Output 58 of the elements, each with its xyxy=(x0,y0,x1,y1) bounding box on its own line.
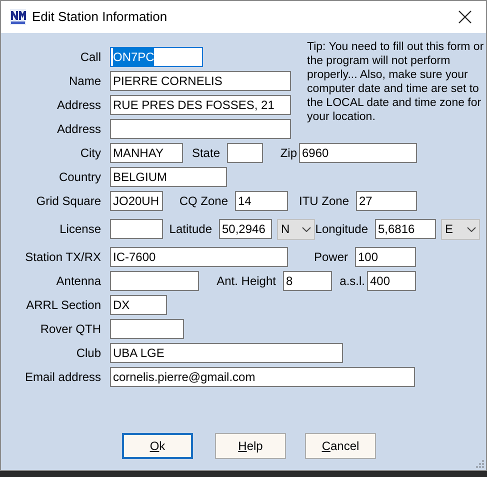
input-field[interactable]: BELGIUM xyxy=(110,167,227,187)
field-label: a.s.l. xyxy=(338,273,366,290)
field-label: Power xyxy=(312,249,349,266)
dropdown[interactable]: N xyxy=(277,218,315,240)
field-label: Address xyxy=(56,121,102,138)
dropdown[interactable]: E xyxy=(441,218,480,240)
input-field[interactable] xyxy=(110,271,199,291)
input-field[interactable]: ON7PC xyxy=(110,47,203,67)
input-field[interactable]: 50,2946 xyxy=(219,219,272,239)
dialog-button[interactable]: Cancel xyxy=(305,433,376,459)
field-label: Name xyxy=(68,73,102,90)
field-label: Email address xyxy=(24,369,102,386)
resize-grip-icon[interactable] xyxy=(476,460,484,468)
field-label: Zip xyxy=(279,145,298,162)
input-field[interactable]: UBA LGE xyxy=(110,343,343,363)
input-field[interactable]: 27 xyxy=(356,191,417,211)
field-label: ITU Zone xyxy=(298,193,350,210)
field-label: Country xyxy=(58,169,102,186)
field-label: Grid Square xyxy=(35,193,102,210)
window-title: Edit Station Information xyxy=(32,8,168,26)
field-label: Station TX/RX xyxy=(24,249,102,266)
field-label: City xyxy=(79,145,102,162)
input-field[interactable]: MANHAY xyxy=(110,143,183,163)
field-label: Antenna xyxy=(55,273,102,290)
field-label: Latitude xyxy=(168,221,213,238)
input-field[interactable] xyxy=(110,219,163,239)
input-field[interactable]: DX xyxy=(110,295,167,315)
input-field[interactable] xyxy=(227,143,263,163)
close-icon[interactable] xyxy=(458,10,472,24)
input-field[interactable]: JO20UH xyxy=(110,191,163,211)
field-label: License xyxy=(58,221,102,238)
tip-text: Tip: You need to fill out this form or the program will not perform properly... Also, make sure your computer date and time are set to the LOCAL date and time zone for your location. xyxy=(307,40,485,125)
field-label: Rover QTH xyxy=(39,321,102,338)
field-label: CQ Zone xyxy=(178,193,229,210)
chevron-down-icon xyxy=(302,226,311,232)
chevron-down-icon xyxy=(467,226,476,232)
field-label: Call xyxy=(79,49,102,66)
input-field[interactable]: 8 xyxy=(283,271,332,291)
dialog-button[interactable]: Help xyxy=(215,433,286,459)
input-field[interactable]: cornelis.pierre@gmail.com xyxy=(110,367,415,387)
input-field[interactable]: RUE PRES DES FOSSES, 21 xyxy=(110,95,291,115)
field-label: Address xyxy=(56,97,102,114)
app-logo-icon xyxy=(10,9,26,25)
field-label: Club xyxy=(75,345,102,362)
input-field[interactable]: IC-7600 xyxy=(110,247,288,267)
input-field[interactable]: 100 xyxy=(355,247,416,267)
input-field[interactable]: 400 xyxy=(367,271,416,291)
field-label: State xyxy=(190,145,221,162)
input-field[interactable]: 6960 xyxy=(299,143,417,163)
input-field[interactable]: PIERRE CORNELIS xyxy=(110,71,291,91)
input-field[interactable]: 5,6816 xyxy=(375,219,436,239)
field-label: Ant. Height xyxy=(216,273,277,290)
field-label: ARRL Section xyxy=(25,297,102,314)
field-label: Longitude xyxy=(315,221,369,238)
input-field[interactable] xyxy=(110,319,184,339)
dialog-button[interactable]: Ok xyxy=(122,433,193,459)
input-field[interactable]: 14 xyxy=(235,191,288,211)
input-field[interactable] xyxy=(110,119,291,139)
